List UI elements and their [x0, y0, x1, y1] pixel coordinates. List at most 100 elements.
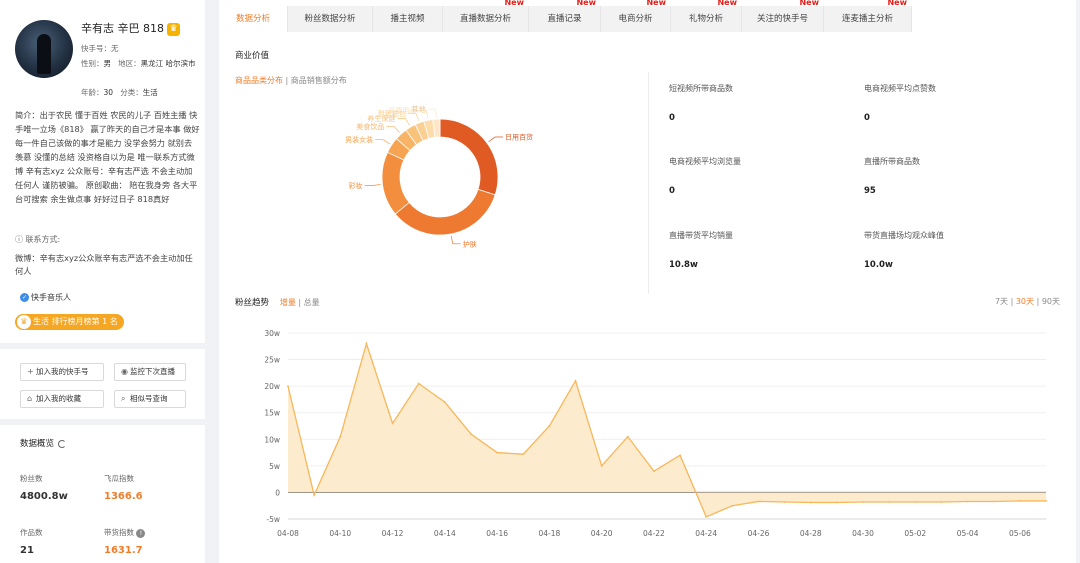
data-point [522, 453, 525, 456]
works-label: 作品数 [20, 528, 43, 537]
crown-icon: ♛ [17, 315, 31, 329]
search-icon: ⌕ [121, 394, 126, 403]
avatar[interactable] [15, 20, 73, 78]
similar-search-button[interactable]: ⌕ 相似号查询 [114, 390, 186, 408]
donut-label: 日用百货 [505, 133, 533, 142]
monitor-live-button[interactable]: ◉ 监控下次直播 [114, 363, 186, 381]
profile-card: 辛有志 辛巴 818 ♛ 快手号：无 性别：男 地区：黑龙江 哈尔滨市 年龄：30… [0, 0, 205, 343]
data-point [443, 401, 446, 403]
stat-label-3: 直播所带商品数 [864, 157, 920, 166]
y-tick-label: 10w [264, 435, 280, 444]
gender-region: 性别：男 地区：黑龙江 哈尔滨市 [81, 59, 196, 68]
tab-fans-analysis[interactable]: 粉丝数据分析 [288, 6, 373, 32]
works-value: 21 [20, 545, 34, 556]
data-point [809, 501, 812, 504]
data-point [287, 385, 289, 388]
stat-value-0: 0 [669, 113, 675, 123]
data-point [992, 500, 995, 503]
subtab-total[interactable]: 总量 [304, 298, 320, 307]
stat-value-3: 95 [864, 186, 876, 196]
data-point [1018, 500, 1021, 502]
y-tick-label: 20w [264, 382, 280, 391]
subtab-increment[interactable]: 增量 [280, 298, 296, 307]
x-tick-label: 04-08 [277, 529, 299, 538]
donut-leader [375, 139, 391, 145]
donut-leader [427, 108, 437, 118]
data-point [548, 425, 551, 427]
x-tick-label: 05-04 [957, 529, 979, 538]
contact-header: ⓘ 联系方式: [15, 235, 61, 244]
stat-label-1: 电商视频平均点赞数 [864, 84, 936, 93]
sales-value: 1631.7 [104, 545, 143, 556]
tab-live-records[interactable]: 直播记录 New [529, 0, 601, 32]
eye-icon: ◉ [121, 367, 128, 376]
data-point [365, 342, 368, 345]
tab-ecommerce[interactable]: 电商分析 New [601, 0, 671, 32]
y-tick-label: -5w [266, 515, 280, 524]
music-tag: ✓ 快手音乐人 [20, 293, 71, 302]
stat-label-5: 带货直播场均观众峰值 [864, 231, 944, 240]
kuaishou-id: 快手号：无 [81, 44, 119, 53]
donut-label: 美食饮品 [356, 122, 384, 131]
rank-badge[interactable]: ♛ 生活 排行榜月榜第 1 名 [15, 314, 124, 330]
divider [648, 72, 649, 294]
donut-slice [381, 151, 410, 215]
range-90-days[interactable]: 90天 [1042, 297, 1060, 306]
check-icon: ✓ [20, 293, 29, 302]
data-point [940, 501, 943, 503]
profile-name: 辛有志 辛巴 818 ♛ [81, 20, 180, 36]
add-favorite-button[interactable]: ⌂ 加入我的收藏 [20, 390, 104, 408]
x-tick-label: 05-06 [1009, 529, 1031, 538]
tab-data-analysis[interactable]: 数据分析 [219, 6, 288, 32]
y-tick-label: 0 [275, 488, 280, 497]
range-30-days[interactable]: 30天 [1016, 297, 1034, 306]
x-tick-label: 04-14 [434, 529, 456, 538]
add-kuaishou-button[interactable]: + 加入我的快手号 [20, 363, 104, 381]
donut-label: 彩妆 [349, 181, 363, 190]
data-point [835, 501, 838, 504]
tab-following[interactable]: 关注的快手号 New [742, 0, 824, 32]
subtab-sales[interactable]: 商品销售额分布 [291, 76, 347, 85]
range-7-days[interactable]: 7天 [995, 297, 1008, 306]
help-icon[interactable]: ! [136, 529, 146, 538]
crown-icon: ♛ [167, 22, 180, 36]
x-tick-label: 04-16 [486, 529, 508, 538]
x-tick-label: 04-20 [591, 529, 613, 538]
data-point [783, 501, 786, 503]
x-tick-label: 04-30 [852, 529, 874, 538]
y-tick-label: 15w [264, 409, 280, 418]
donut-label: 护肤 [463, 239, 477, 248]
info-icon: ⓘ [15, 235, 23, 244]
tab-co-host[interactable]: 连麦播主分析 New [824, 0, 912, 32]
tab-videos[interactable]: 播主视频 [373, 6, 443, 32]
data-point [391, 422, 394, 425]
sales-label: 带货指数 ! [104, 527, 146, 538]
tab-gifts[interactable]: 礼物分析 New [671, 0, 742, 32]
sidebar: 辛有志 辛巴 818 ♛ 快手号：无 性别：男 地区：黑龙江 哈尔滨市 年龄：30… [0, 0, 205, 563]
tab-bar: 数据分析 粉丝数据分析 播主视频 直播数据分析 New 直播记录 New 电商分析 N… [219, 0, 1076, 32]
stat-value-1: 0 [864, 113, 870, 123]
commerce-title: 商业价值 [235, 51, 270, 61]
x-tick-label: 04-10 [329, 529, 351, 538]
data-point [470, 433, 472, 435]
fans-trend-chart: -5w 0 5w 10w 15w 20w 25w 30w 04-08 04-10 04-12 04-1… [264, 329, 1047, 538]
x-tick-label: 04-24 [695, 529, 717, 538]
donut-leader [397, 118, 410, 126]
area-fill [288, 343, 1046, 517]
x-tick-label: 04-28 [800, 529, 822, 538]
subtab-category[interactable]: 商品品类分布 [235, 76, 283, 85]
stat-value-2: 0 [669, 186, 675, 196]
y-tick-label: 5w [269, 462, 280, 471]
age-category: 年龄：30 分类：生活 [81, 88, 158, 97]
x-tick-label: 04-12 [382, 529, 404, 538]
data-point [966, 500, 969, 503]
refresh-icon[interactable] [58, 439, 67, 448]
overview-card: 数据概览 粉丝数 4800.8w 飞瓜指数 1366.6 作品数 21 带货指数… [0, 425, 205, 563]
tab-live-analysis[interactable]: 直播数据分析 New [443, 0, 529, 32]
fans-value: 4800.8w [20, 491, 68, 502]
contact-text: 微博：辛有志xyz公众账辛有志严选不会主动加任何人 [15, 253, 193, 276]
donut-leader [450, 235, 461, 245]
x-tick-label: 04-26 [748, 529, 770, 538]
data-point [496, 451, 499, 454]
plus-icon: + [27, 367, 34, 376]
